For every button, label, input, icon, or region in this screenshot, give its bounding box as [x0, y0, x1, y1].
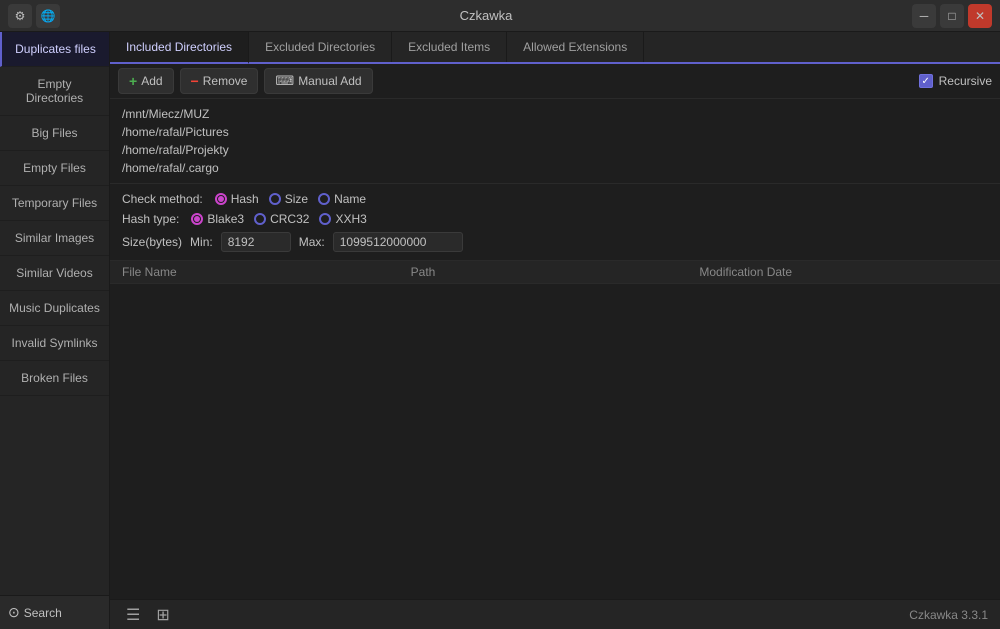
tab-included-directories[interactable]: Included Directories — [110, 32, 249, 64]
radio-xxh3-dot — [319, 213, 331, 225]
radio-name-dot — [318, 193, 330, 205]
min-size-input[interactable] — [221, 232, 291, 252]
radio-hash[interactable]: Hash — [215, 192, 259, 206]
dir-item-3[interactable]: /home/rafal/.cargo — [118, 159, 992, 177]
col-header-path: Path — [411, 265, 700, 279]
window-controls: ─ □ ✕ — [912, 4, 992, 28]
file-table-header: File Name Path Modification Date — [110, 261, 1000, 284]
add-icon: + — [129, 73, 137, 89]
col-header-date: Modification Date — [699, 265, 988, 279]
tabs-bar: Included Directories Excluded Directorie… — [110, 32, 1000, 64]
radio-crc32-dot — [254, 213, 266, 225]
sidebar-item-invalid-symlinks[interactable]: Invalid Symlinks — [0, 326, 109, 361]
radio-xxh3[interactable]: XXH3 — [319, 212, 366, 226]
bottom-icons: ☰ ⊞ — [122, 603, 174, 627]
radio-size-dot — [269, 193, 281, 205]
sidebar-item-broken-files[interactable]: Broken Files — [0, 361, 109, 396]
main-content: Duplicates files Empty Directories Big F… — [0, 32, 1000, 629]
tab-excluded-directories[interactable]: Excluded Directories — [249, 32, 392, 62]
search-button[interactable]: ⊙ Search — [0, 595, 109, 629]
hash-type-row: Hash type: Blake3 CRC32 XXH3 — [122, 212, 988, 226]
sidebar-item-music-duplicates[interactable]: Music Duplicates — [0, 291, 109, 326]
minimize-button[interactable]: ─ — [912, 4, 936, 28]
radio-blake3[interactable]: Blake3 — [191, 212, 244, 226]
sidebar-item-temporary-files[interactable]: Temporary Files — [0, 186, 109, 221]
file-table: File Name Path Modification Date — [110, 261, 1000, 599]
tab-excluded-items[interactable]: Excluded Items — [392, 32, 507, 62]
tab-allowed-extensions[interactable]: Allowed Extensions — [507, 32, 644, 62]
list-view-button[interactable]: ☰ — [122, 603, 144, 627]
check-method-group: Hash Size Name — [215, 192, 366, 206]
info-button[interactable]: 🌐 — [36, 4, 60, 28]
radio-name[interactable]: Name — [318, 192, 366, 206]
titlebar: ⚙ 🌐 Czkawka ─ □ ✕ — [0, 0, 1000, 32]
radio-hash-dot — [215, 193, 227, 205]
manual-add-button[interactable]: ⌨ Manual Add — [264, 68, 372, 94]
app-title: Czkawka — [60, 8, 912, 23]
directory-toolbar: + Add − Remove ⌨ Manual Add ✓ Recursive — [110, 64, 1000, 99]
recursive-checkbox[interactable]: ✓ — [919, 74, 933, 88]
remove-icon: − — [191, 73, 199, 89]
sidebar-item-big-files[interactable]: Big Files — [0, 116, 109, 151]
recursive-section: ✓ Recursive — [919, 74, 992, 88]
col-header-name: File Name — [122, 265, 411, 279]
radio-crc32[interactable]: CRC32 — [254, 212, 309, 226]
size-row: Size(bytes) Min: Max: — [122, 232, 988, 252]
toolbar-left: + Add − Remove ⌨ Manual Add — [118, 68, 373, 94]
version-text: Czkawka 3.3.1 — [909, 608, 988, 622]
dir-item-2[interactable]: /home/rafal/Projekty — [118, 141, 992, 159]
manual-add-icon: ⌨ — [275, 73, 294, 89]
check-method-row: Check method: Hash Size Name — [122, 192, 988, 206]
dir-item-0[interactable]: /mnt/Miecz/MUZ — [118, 105, 992, 123]
sidebar-item-similar-images[interactable]: Similar Images — [0, 221, 109, 256]
right-panel: Included Directories Excluded Directorie… — [110, 32, 1000, 629]
settings-area: Check method: Hash Size Name — [110, 184, 1000, 261]
bottom-bar: ☰ ⊞ Czkawka 3.3.1 — [110, 599, 1000, 629]
hash-type-group: Blake3 CRC32 XXH3 — [191, 212, 366, 226]
settings-button[interactable]: ⚙ — [8, 4, 32, 28]
max-size-input[interactable] — [333, 232, 463, 252]
maximize-button[interactable]: □ — [940, 4, 964, 28]
remove-button[interactable]: − Remove — [180, 68, 259, 94]
sidebar: Duplicates files Empty Directories Big F… — [0, 32, 110, 629]
sidebar-item-empty-files[interactable]: Empty Files — [0, 151, 109, 186]
sidebar-item-empty-directories[interactable]: Empty Directories — [0, 67, 109, 116]
close-button[interactable]: ✕ — [968, 4, 992, 28]
sidebar-item-similar-videos[interactable]: Similar Videos — [0, 256, 109, 291]
search-icon: ⊙ — [8, 604, 20, 621]
grid-view-button[interactable]: ⊞ — [152, 603, 173, 627]
titlebar-left-buttons: ⚙ 🌐 — [8, 4, 60, 28]
directory-list: /mnt/Miecz/MUZ /home/rafal/Pictures /hom… — [110, 99, 1000, 184]
radio-blake3-dot — [191, 213, 203, 225]
radio-size[interactable]: Size — [269, 192, 308, 206]
add-button[interactable]: + Add — [118, 68, 174, 94]
dir-item-1[interactable]: /home/rafal/Pictures — [118, 123, 992, 141]
sidebar-item-duplicates-files[interactable]: Duplicates files — [0, 32, 109, 67]
